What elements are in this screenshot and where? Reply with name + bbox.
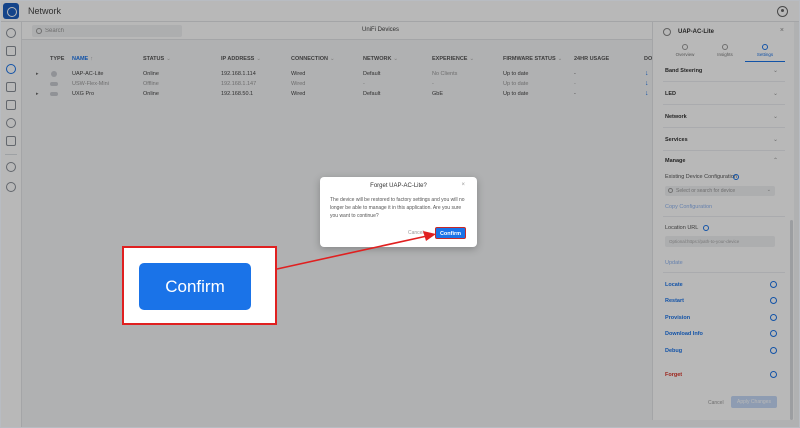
callout-confirm-button: Confirm bbox=[139, 263, 251, 310]
dialog-confirm-button[interactable]: Confirm bbox=[435, 227, 466, 239]
close-icon[interactable]: × bbox=[461, 182, 465, 188]
dialog-message: The device will be restored to factory s… bbox=[330, 197, 465, 219]
dialog-title: Forget UAP-AC-Lite? bbox=[370, 183, 427, 189]
annotation-callout: Confirm bbox=[122, 246, 277, 325]
dialog-cancel-button[interactable]: Cancel bbox=[408, 230, 424, 236]
app-window: Network UniFi Devices TYPE NAME↑ STATUS⌄… bbox=[0, 0, 800, 428]
